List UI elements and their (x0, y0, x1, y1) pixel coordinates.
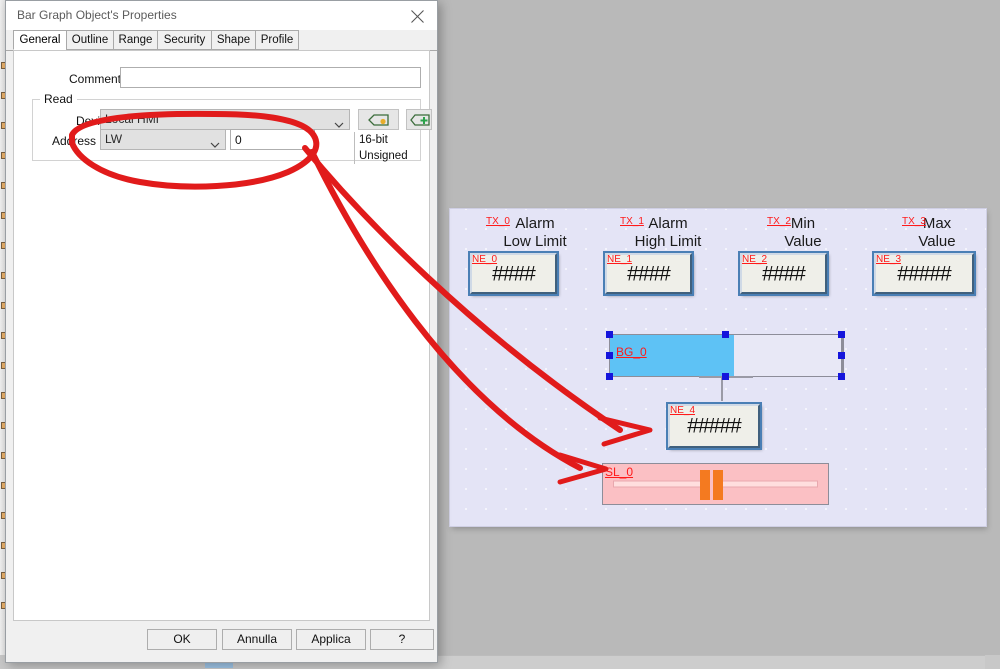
bar-graph-properties-dialog[interactable]: Bar Graph Object's Properties General Ou… (5, 0, 438, 663)
address-type-value: LW (105, 132, 123, 146)
dialog-body: Comment : Read Device : Local HMI Addres… (13, 50, 432, 621)
tab-range[interactable]: Range (113, 30, 158, 50)
data-format-label: 16-bit Unsigned (354, 132, 429, 164)
tag-tx-0: TX_0 (486, 216, 510, 227)
caption-line-2: Value (784, 233, 822, 250)
selection-handle-n[interactable] (722, 331, 729, 338)
tab-shape[interactable]: Shape (211, 30, 256, 50)
selection-handle-ne[interactable] (838, 331, 845, 338)
slider-object-sl-0[interactable] (602, 463, 829, 505)
comment-input[interactable] (120, 67, 421, 88)
numeric-value: ##### (687, 414, 741, 438)
add-tag-icon[interactable] (406, 109, 432, 130)
tag-ne-3: NE_3 (876, 254, 902, 265)
settings-tag-icon[interactable] (358, 109, 399, 130)
caption-line-1: Alarm (648, 215, 688, 232)
selection-handle-w[interactable] (606, 352, 613, 359)
caption-line-1: Min (790, 215, 816, 232)
tag-tx-3: TX_3 (902, 216, 926, 227)
tag-bg-0: BG_0 (616, 345, 647, 359)
selection-handle-s[interactable] (722, 373, 729, 380)
label-max-value: Max Value (872, 215, 986, 251)
slider-thumb-split (710, 470, 713, 500)
label-min-value: Min Value (738, 215, 868, 251)
caption-line-2: High Limit (634, 233, 702, 250)
address-number-input[interactable] (230, 129, 315, 150)
selection-handle-se[interactable] (838, 373, 845, 380)
selection-handle-nw[interactable] (606, 331, 613, 338)
comment-label: Comment : (69, 72, 128, 86)
help-button[interactable]: ? (370, 629, 434, 650)
caption-line-1: Alarm (515, 215, 555, 232)
caption-line-2: Low Limit (503, 233, 567, 250)
device-value: Local HMI (105, 112, 160, 126)
address-label: Address : (52, 134, 103, 148)
selection-handle-e[interactable] (838, 352, 845, 359)
chevron-down-icon (210, 136, 220, 155)
tag-tx-2: TX_2 (767, 216, 791, 227)
tag-sl-0: SL_0 (605, 465, 634, 479)
dialog-footer: OK Annulla Applica ? (6, 621, 437, 662)
hmi-design-canvas[interactable]: Alarm Low Limit TX_0 #### NE_0 Alarm Hig… (449, 208, 987, 527)
tab-strip[interactable]: General Outline Range Security Shape Pro… (6, 30, 437, 51)
tag-ne-0: NE_0 (472, 254, 498, 265)
numeric-value: #### (762, 262, 806, 285)
caption-line-2: Value (918, 233, 956, 250)
tag-tx-1: TX_1 (620, 216, 644, 227)
read-group-title: Read (40, 92, 77, 106)
tag-ne-2: NE_2 (742, 254, 768, 265)
caption-line-1: Max (922, 215, 952, 232)
dialog-title-bar[interactable]: Bar Graph Object's Properties (6, 1, 437, 30)
apply-button[interactable]: Applica (296, 629, 366, 650)
selection-handle-sw[interactable] (606, 373, 613, 380)
slider-thumb[interactable] (700, 470, 723, 500)
tab-profile[interactable]: Profile (255, 30, 299, 50)
dialog-title: Bar Graph Object's Properties (17, 8, 177, 22)
tab-outline[interactable]: Outline (66, 30, 114, 50)
bargraph-pointer-line (721, 377, 723, 401)
tag-ne-1: NE_1 (607, 254, 633, 265)
bargraph-pointer-tick-right (727, 376, 753, 378)
close-icon[interactable] (397, 1, 437, 30)
ok-button[interactable]: OK (147, 629, 217, 650)
numeric-value: #### (492, 262, 536, 285)
device-dropdown[interactable]: Local HMI (100, 109, 350, 130)
chevron-down-icon (334, 116, 344, 135)
numeric-value: ##### (897, 262, 951, 285)
tag-ne-4: NE_4 (670, 405, 696, 416)
tab-security[interactable]: Security (157, 30, 212, 50)
address-type-dropdown[interactable]: LW (100, 129, 226, 150)
numeric-value: #### (627, 262, 671, 285)
tab-general[interactable]: General (13, 30, 67, 50)
cancel-button[interactable]: Annulla (222, 629, 292, 650)
